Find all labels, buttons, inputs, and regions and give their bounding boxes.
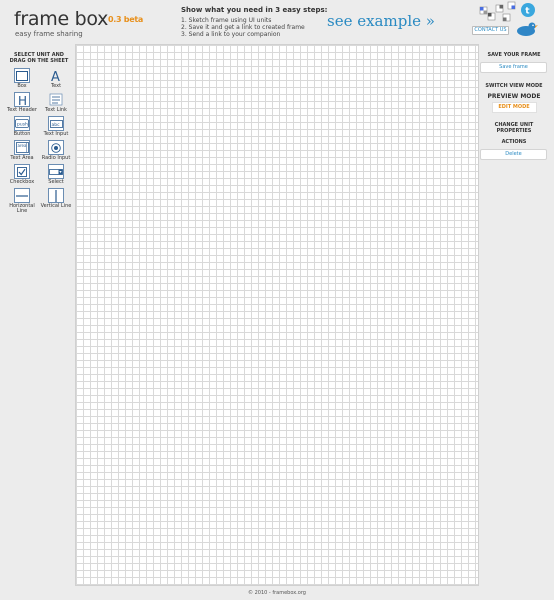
- logo-title: frame box: [14, 8, 109, 30]
- select-icon: [48, 164, 64, 179]
- save-frame-button[interactable]: Save frame: [480, 62, 547, 73]
- logo: frame box0.3 beta easy frame sharing: [14, 9, 143, 38]
- tool-radio-input[interactable]: Radio Input: [40, 140, 72, 161]
- tool-label: Vertical Line: [40, 203, 72, 209]
- text-icon: A: [48, 68, 64, 83]
- toolbox-title: SELECT UNIT AND DRAG ON THE SHEET: [9, 52, 69, 64]
- share-icon[interactable]: [495, 4, 504, 13]
- footer-copyright: © 2010 - framebox.org: [248, 590, 306, 596]
- preview-mode-button[interactable]: PREVIEW MODE: [480, 93, 548, 100]
- text-input-icon: abc: [48, 116, 64, 131]
- stumble-icon[interactable]: [507, 1, 516, 10]
- switch-view-heading: SWITCH VIEW MODE: [485, 83, 543, 89]
- checkbox-icon: [14, 164, 30, 179]
- contact-us-button[interactable]: CONTACT US: [472, 26, 509, 35]
- tool-text-header[interactable]: H Text Header: [6, 92, 38, 113]
- bird-icon: [517, 22, 538, 36]
- tool-label: Text Link: [45, 107, 67, 113]
- logo-tagline: easy frame sharing: [15, 30, 83, 38]
- svg-text:push: push: [17, 122, 28, 128]
- tool-vertical-line[interactable]: Vertical Line: [40, 188, 72, 214]
- tool-label: Horizontal Line: [9, 203, 35, 214]
- tool-label: Button: [13, 131, 31, 137]
- tool-label: Text Header: [7, 107, 37, 113]
- tool-box[interactable]: Box: [6, 68, 38, 89]
- tool-text-input[interactable]: abc Text Input: [40, 116, 72, 137]
- tool-checkbox[interactable]: Checkbox: [6, 164, 38, 185]
- steps-box: Show what you need in 3 easy steps: 1. S…: [181, 6, 327, 38]
- tool-text-link[interactable]: Text Link: [40, 92, 72, 113]
- edit-mode-button[interactable]: EDIT MODE: [491, 102, 537, 113]
- svg-text:t: t: [525, 7, 530, 17]
- step-item: 2. Save it and get a link to created fra…: [181, 24, 305, 31]
- svg-text:A: A: [51, 70, 60, 82]
- logo-version: 0.3 beta: [108, 15, 143, 24]
- digg-icon[interactable]: [502, 13, 511, 22]
- properties-panel: SAVE YOUR FRAME Save frame SWITCH VIEW M…: [480, 52, 548, 160]
- tool-label: Checkbox: [9, 179, 35, 185]
- text-header-icon: H: [14, 92, 30, 107]
- grid-sheet[interactable]: [75, 44, 479, 586]
- text-area-icon: area: [14, 140, 30, 155]
- button-icon: push: [14, 116, 30, 131]
- actions-heading: ACTIONS: [501, 139, 527, 145]
- radio-icon: [48, 140, 64, 155]
- box-icon: [14, 68, 30, 83]
- tool-text-area[interactable]: area Text Area: [6, 140, 38, 161]
- tool-label: Select: [48, 179, 64, 185]
- tool-label: Text Area: [10, 155, 34, 161]
- steps-heading: Show what you need in 3 easy steps:: [181, 6, 328, 14]
- svg-text:H: H: [18, 94, 27, 106]
- tool-label: Radio Input: [41, 155, 71, 161]
- delicious-icon[interactable]: [479, 6, 488, 15]
- steps-list: 1. Sketch frame using UI units 2. Save i…: [181, 17, 327, 38]
- text-link-icon: [48, 92, 64, 107]
- toolbox: SELECT UNIT AND DRAG ON THE SHEET Box A …: [6, 52, 72, 214]
- unit-properties-heading: CHANGE UNIT PROPERTIES: [494, 122, 534, 134]
- tool-label: Text: [50, 83, 62, 89]
- tool-horizontal-line[interactable]: Horizontal Line: [6, 188, 38, 214]
- svg-text:area: area: [17, 143, 26, 148]
- svg-text:abc: abc: [51, 122, 60, 128]
- horizontal-line-icon: [14, 188, 30, 203]
- twitter-icon[interactable]: t: [521, 3, 535, 17]
- step-item: 3. Send a link to your companion: [181, 31, 281, 38]
- see-example-link[interactable]: see example »: [327, 12, 435, 30]
- tool-select[interactable]: Select: [40, 164, 72, 185]
- tool-text[interactable]: A Text: [40, 68, 72, 89]
- tool-label: Box: [17, 83, 27, 89]
- step-item: 1. Sketch frame using UI units: [181, 17, 272, 24]
- tool-label: Text Input: [43, 131, 69, 137]
- tool-button[interactable]: push Button: [6, 116, 38, 137]
- delete-button[interactable]: Delete: [480, 149, 547, 160]
- save-heading: SAVE YOUR FRAME: [487, 52, 541, 58]
- bookmark-icon[interactable]: [487, 12, 496, 21]
- vertical-line-icon: [48, 188, 64, 203]
